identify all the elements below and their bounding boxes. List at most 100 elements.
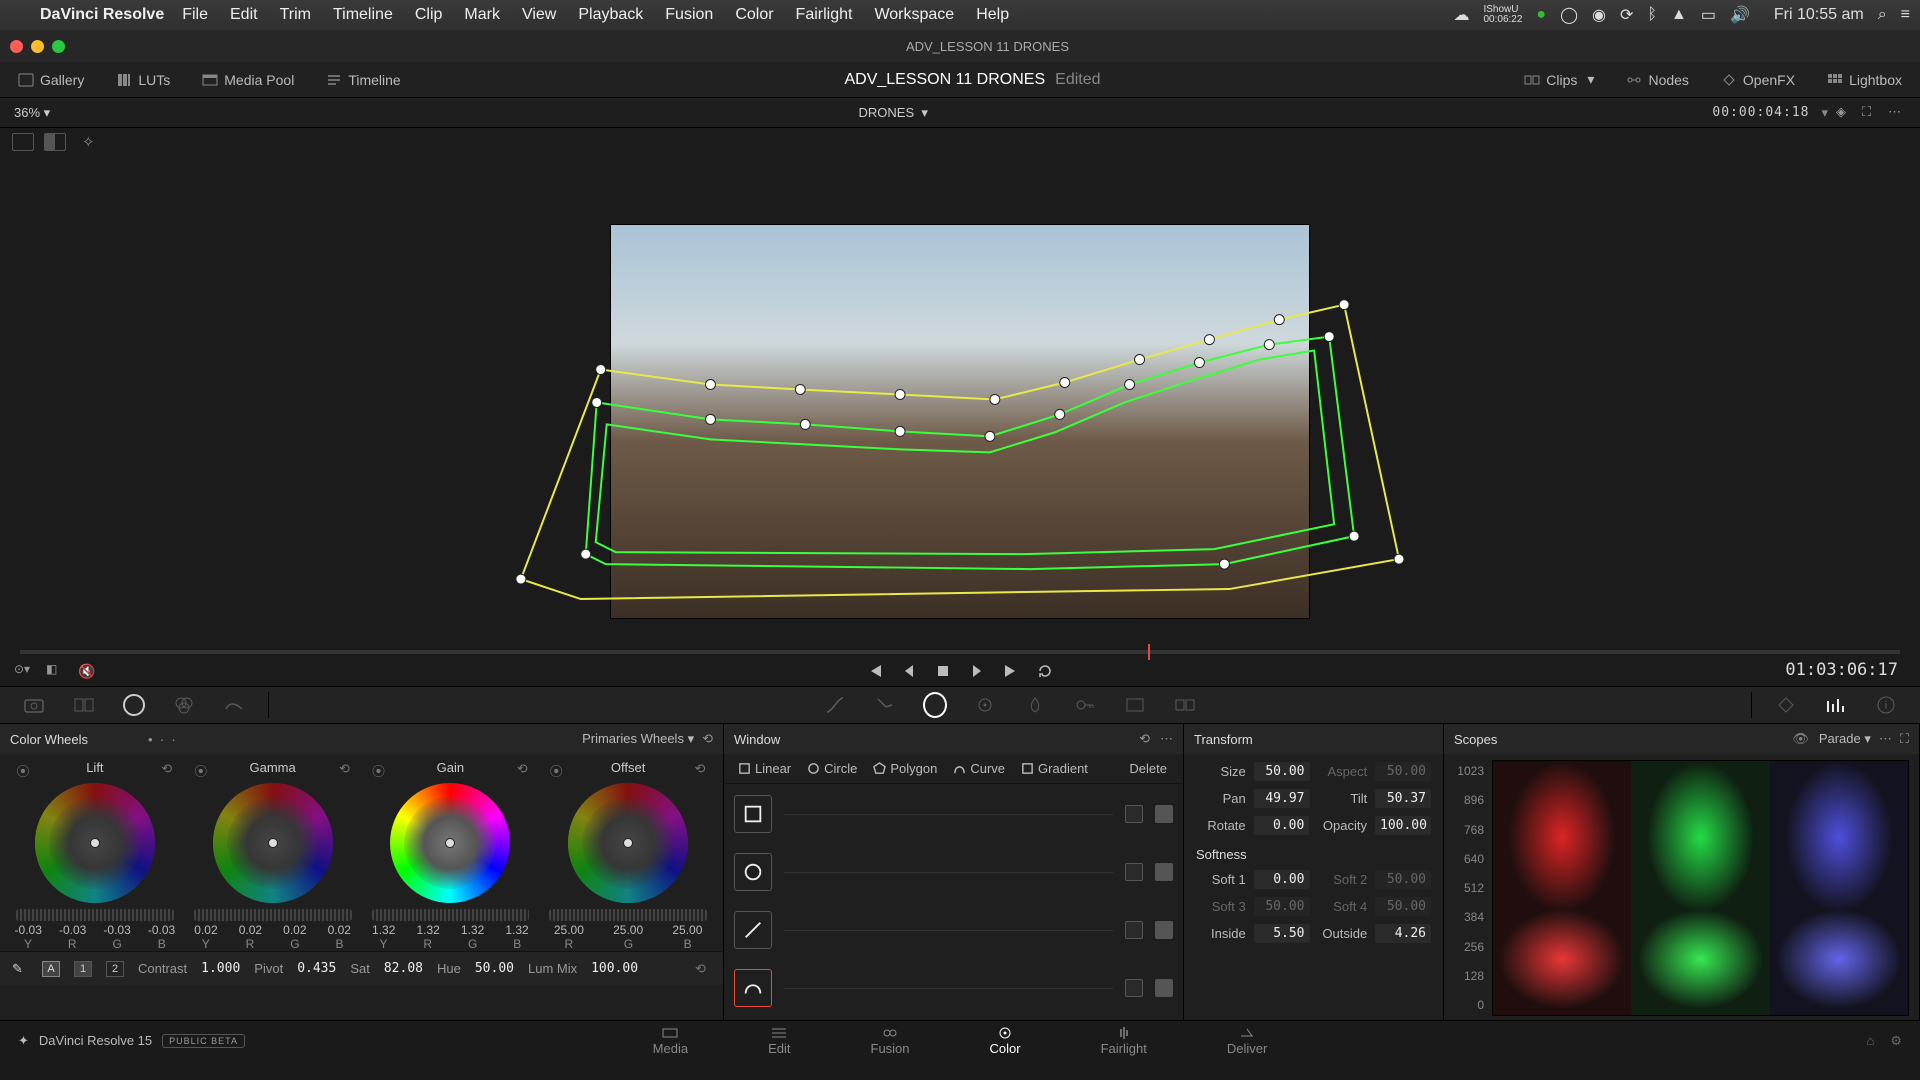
hue-value[interactable]: 50.00 [475, 961, 514, 976]
toolbar-luts[interactable]: LUTs [110, 68, 176, 92]
auto-balance-icon[interactable]: ✎ [12, 961, 28, 977]
stereo-icon[interactable] [1173, 694, 1197, 716]
pan-value[interactable]: 49.97 [1254, 789, 1310, 808]
size-value[interactable]: 50.00 [1254, 762, 1310, 781]
curves-icon[interactable] [823, 694, 847, 716]
adjust-page-2[interactable]: 2 [106, 961, 124, 977]
offset-wheel[interactable] [568, 783, 688, 903]
wheel-reset-icon[interactable]: ⟲ [693, 761, 707, 775]
mac-app-name[interactable]: DaVinci Resolve [40, 6, 164, 24]
toolbar-mediapool[interactable]: Media Pool [196, 68, 300, 92]
curve-shape-icon[interactable] [734, 969, 772, 1007]
wheel-value[interactable]: -0.03 [15, 923, 42, 937]
loop-button[interactable] [1037, 663, 1053, 679]
mute-icon[interactable]: 🔇 [78, 663, 95, 680]
expand-icon[interactable]: ⛶ [1862, 104, 1880, 122]
menu-mark[interactable]: Mark [464, 6, 500, 24]
play-button[interactable] [969, 663, 985, 679]
gamma-jog[interactable] [194, 909, 352, 921]
motion-effects-icon[interactable] [222, 694, 246, 716]
toolbar-openfx[interactable]: OpenFX [1715, 68, 1801, 92]
menu-fairlight[interactable]: Fairlight [796, 6, 853, 24]
menu-extra-icon[interactable]: ≡ [1901, 6, 1910, 24]
soft1-value[interactable]: 0.00 [1254, 870, 1310, 889]
window-gradient-button[interactable]: Gradient [1015, 759, 1094, 778]
window-icon[interactable] [923, 694, 947, 716]
menu-color[interactable]: Color [735, 6, 773, 24]
key-icon[interactable] [1073, 694, 1097, 716]
scopes-mode-dropdown[interactable]: Parade ▾ [1819, 731, 1871, 747]
menu-help[interactable]: Help [976, 6, 1009, 24]
wheel-value[interactable]: 1.32 [416, 923, 439, 937]
stop-button[interactable] [935, 663, 951, 679]
window-polygon-button[interactable]: Polygon [867, 759, 943, 778]
window-item-circle[interactable] [734, 850, 1173, 894]
window-reset-icon[interactable]: ⟲ [1139, 731, 1150, 747]
mask-mode-icon[interactable] [1155, 921, 1173, 939]
mask-mode-icon[interactable] [1155, 863, 1173, 881]
viewer-zoom[interactable]: 36% ▾ [14, 105, 74, 121]
wheel-value[interactable]: 25.00 [613, 923, 643, 937]
page-color[interactable]: Color [990, 1026, 1021, 1056]
tracker-icon[interactable] [973, 694, 997, 716]
menu-playback[interactable]: Playback [578, 6, 643, 24]
options-icon[interactable]: ⋯ [1888, 104, 1906, 122]
gain-wheel[interactable] [390, 783, 510, 903]
viewer-timecode[interactable]: 00:00:04:18 [1712, 105, 1809, 120]
cloud-icon[interactable]: ☁ [1453, 5, 1469, 25]
lift-jog[interactable] [16, 909, 174, 921]
scopes-options-icon[interactable]: ⋯ [1879, 731, 1892, 747]
viewmode-dual-icon[interactable] [44, 133, 66, 151]
gain-jog[interactable] [372, 909, 530, 921]
onion-skin-icon[interactable]: ⊙▾ [14, 662, 32, 680]
page-media[interactable]: Media [653, 1026, 688, 1056]
scopes-live-icon[interactable]: 👁 [1792, 731, 1809, 747]
window-minimize-button[interactable] [31, 40, 44, 53]
window-zoom-button[interactable] [52, 40, 65, 53]
picker-icon[interactable]: ⦿ [372, 761, 386, 775]
blur-icon[interactable] [1023, 694, 1047, 716]
picker-icon[interactable]: ⦿ [194, 761, 208, 775]
window-options-icon[interactable]: ⋯ [1160, 731, 1173, 747]
keyframe-timeline-icon[interactable] [1774, 694, 1798, 716]
adjust-page-1n[interactable]: 1 [74, 961, 92, 977]
primaries-mode-dropdown[interactable]: Primaries Wheels ▾ [582, 731, 694, 747]
split-view-icon[interactable]: ◧ [46, 662, 64, 680]
wheel-reset-icon[interactable]: ⟲ [160, 761, 174, 775]
opacity-value[interactable]: 100.00 [1375, 816, 1431, 835]
window-item-pen[interactable] [734, 908, 1173, 952]
viewer-image[interactable] [610, 224, 1310, 619]
home-icon[interactable]: ⌂ [1866, 1033, 1874, 1049]
lift-wheel[interactable] [35, 783, 155, 903]
picker-icon[interactable]: ⦿ [549, 761, 563, 775]
viewer-scrubber[interactable] [20, 650, 1900, 654]
adjust-reset-icon[interactable]: ⟲ [695, 961, 711, 977]
toolbar-nodes[interactable]: Nodes [1620, 68, 1694, 92]
wheel-value[interactable]: 0.02 [283, 923, 306, 937]
menu-file[interactable]: File [182, 6, 208, 24]
toolbar-lightbox[interactable]: Lightbox [1821, 68, 1908, 92]
rgb-mixer-icon[interactable] [172, 694, 196, 716]
window-close-button[interactable] [10, 40, 23, 53]
next-clip-button[interactable] [1003, 663, 1019, 679]
toolbar-clips[interactable]: Clips▾ [1518, 67, 1600, 92]
color-match-icon[interactable] [72, 694, 96, 716]
prev-clip-button[interactable] [867, 663, 883, 679]
mask-invert-icon[interactable] [1125, 979, 1143, 997]
wheel-value[interactable]: 1.32 [372, 923, 395, 937]
menu-view[interactable]: View [522, 6, 556, 24]
search-icon[interactable]: ⌕ [1878, 6, 1887, 24]
wheel-reset-icon[interactable]: ⟲ [337, 761, 351, 775]
page-fairlight[interactable]: Fairlight [1101, 1026, 1147, 1056]
rotate-value[interactable]: 0.00 [1254, 816, 1310, 835]
menu-timeline[interactable]: Timeline [333, 6, 393, 24]
window-item-curve[interactable] [734, 966, 1173, 1010]
mask-invert-icon[interactable] [1125, 805, 1143, 823]
viewmode-single-icon[interactable] [12, 133, 34, 151]
battery-icon[interactable]: ▭ [1701, 5, 1716, 25]
refresh-icon[interactable]: ⟳ [1620, 5, 1633, 25]
pen-shape-icon[interactable] [734, 911, 772, 949]
info-icon[interactable]: i [1874, 694, 1898, 716]
wheel-value[interactable]: -0.03 [59, 923, 86, 937]
inside-value[interactable]: 5.50 [1254, 924, 1310, 943]
